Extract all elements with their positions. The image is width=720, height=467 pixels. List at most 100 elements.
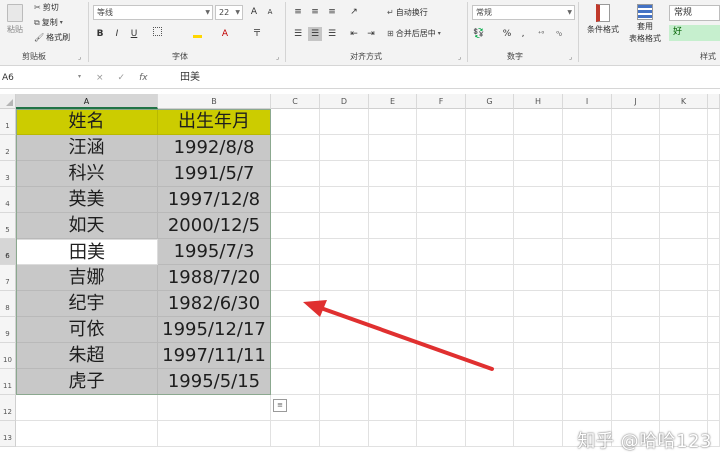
cell-d3[interactable]	[320, 161, 369, 187]
cell-h4[interactable]	[514, 187, 563, 213]
align-center-button[interactable]: ☰	[308, 27, 322, 41]
cell-i5[interactable]	[563, 213, 612, 239]
bold-button[interactable]: B	[93, 27, 107, 41]
cell-e6[interactable]	[369, 239, 417, 265]
cell-g5[interactable]	[466, 213, 514, 239]
cell-a8[interactable]: 纪宇	[16, 291, 158, 317]
grow-font-button[interactable]: A	[247, 5, 261, 19]
enter-icon[interactable]: ✓	[118, 73, 126, 83]
align-right-button[interactable]: ☰	[325, 27, 339, 41]
cell-c9[interactable]	[271, 317, 320, 343]
cell-e8[interactable]	[369, 291, 417, 317]
cell-b3[interactable]: 1991/5/7	[158, 161, 271, 187]
row-header-10[interactable]: 10	[0, 343, 16, 369]
name-box[interactable]: A6	[0, 70, 86, 86]
table-format-button[interactable]: 套用 表格格式	[625, 4, 665, 44]
row-header-3[interactable]: 3	[0, 161, 16, 187]
cell-f5[interactable]	[417, 213, 466, 239]
clipboard-launcher-icon[interactable]: ⌟	[78, 53, 81, 61]
cell-h1[interactable]	[514, 109, 563, 135]
cell-h2[interactable]	[514, 135, 563, 161]
cell-h8[interactable]	[514, 291, 563, 317]
cell-a1[interactable]: 姓名	[16, 109, 158, 135]
cell-l10[interactable]	[708, 343, 720, 369]
align-top-button[interactable]: ≡	[291, 5, 305, 19]
cell-a11[interactable]: 虎子	[16, 369, 158, 395]
number-format-select[interactable]: 常规 ▼	[472, 5, 575, 20]
fill-color-button[interactable]	[190, 27, 204, 41]
cell-a5[interactable]: 如天	[16, 213, 158, 239]
cell-k1[interactable]	[660, 109, 708, 135]
cell-k5[interactable]	[660, 213, 708, 239]
cell-b7[interactable]: 1988/7/20	[158, 265, 271, 291]
shrink-font-button[interactable]: A	[263, 5, 277, 19]
cell-j2[interactable]	[612, 135, 660, 161]
row-header-6[interactable]: 6	[0, 239, 16, 265]
cell-l6[interactable]	[708, 239, 720, 265]
row-header-5[interactable]: 5	[0, 213, 16, 239]
column-header-a[interactable]: A	[16, 94, 158, 109]
cell-f11[interactable]	[417, 369, 466, 395]
cell-j7[interactable]	[612, 265, 660, 291]
row-header-12[interactable]: 12	[0, 395, 16, 421]
column-header-k[interactable]: K	[660, 94, 708, 109]
cell-e11[interactable]	[369, 369, 417, 395]
row-header-7[interactable]: 7	[0, 265, 16, 291]
cell-f8[interactable]	[417, 291, 466, 317]
format-painter-button[interactable]: 🖌 格式刷	[34, 32, 70, 43]
cell-e4[interactable]	[369, 187, 417, 213]
cell-a3[interactable]: 科兴	[16, 161, 158, 187]
column-header-f[interactable]: F	[417, 94, 466, 109]
cell-h13[interactable]	[514, 421, 563, 447]
column-header-h[interactable]: H	[514, 94, 563, 109]
cell-c1[interactable]	[271, 109, 320, 135]
cell-h11[interactable]	[514, 369, 563, 395]
cell-g11[interactable]	[466, 369, 514, 395]
insert-function-icon[interactable]: fx	[139, 73, 148, 83]
cell-c10[interactable]	[271, 343, 320, 369]
cell-j3[interactable]	[612, 161, 660, 187]
cell-j10[interactable]	[612, 343, 660, 369]
cell-c4[interactable]	[271, 187, 320, 213]
cell-d5[interactable]	[320, 213, 369, 239]
row-header-4[interactable]: 4	[0, 187, 16, 213]
cell-a12[interactable]	[16, 395, 158, 421]
cell-k9[interactable]	[660, 317, 708, 343]
cell-g7[interactable]	[466, 265, 514, 291]
cut-button[interactable]: ✂ 剪切	[34, 2, 59, 13]
cell-g12[interactable]	[466, 395, 514, 421]
cell-d9[interactable]	[320, 317, 369, 343]
cell-a2[interactable]: 汪涵	[16, 135, 158, 161]
cell-i3[interactable]	[563, 161, 612, 187]
cell-h3[interactable]	[514, 161, 563, 187]
cell-l1[interactable]	[708, 109, 720, 135]
alignment-launcher-icon[interactable]: ⌟	[458, 53, 461, 61]
cell-b9[interactable]: 1995/12/17	[158, 317, 271, 343]
increase-decimal-button[interactable]: ⁺⁰	[534, 27, 548, 41]
cell-c2[interactable]	[271, 135, 320, 161]
copy-button[interactable]: ⧉ 复制 ▾	[34, 17, 63, 28]
cell-c7[interactable]	[271, 265, 320, 291]
comma-button[interactable]: ,	[516, 27, 530, 41]
cell-k6[interactable]	[660, 239, 708, 265]
number-launcher-icon[interactable]: ⌟	[569, 53, 572, 61]
align-left-button[interactable]: ☰	[291, 27, 305, 41]
style-good[interactable]: 好	[669, 25, 720, 41]
increase-indent-button[interactable]: ⇥	[364, 27, 378, 41]
cell-d4[interactable]	[320, 187, 369, 213]
cell-h7[interactable]	[514, 265, 563, 291]
cell-c5[interactable]	[271, 213, 320, 239]
cell-l5[interactable]	[708, 213, 720, 239]
cell-f2[interactable]	[417, 135, 466, 161]
cell-f3[interactable]	[417, 161, 466, 187]
cell-k10[interactable]	[660, 343, 708, 369]
cell-i1[interactable]	[563, 109, 612, 135]
cell-d12[interactable]	[320, 395, 369, 421]
cell-i7[interactable]	[563, 265, 612, 291]
italic-button[interactable]: I	[110, 27, 124, 41]
cell-a10[interactable]: 朱超	[16, 343, 158, 369]
cell-a13[interactable]	[16, 421, 158, 447]
cell-c11[interactable]	[271, 369, 320, 395]
style-normal[interactable]: 常规	[669, 5, 720, 21]
cell-h10[interactable]	[514, 343, 563, 369]
